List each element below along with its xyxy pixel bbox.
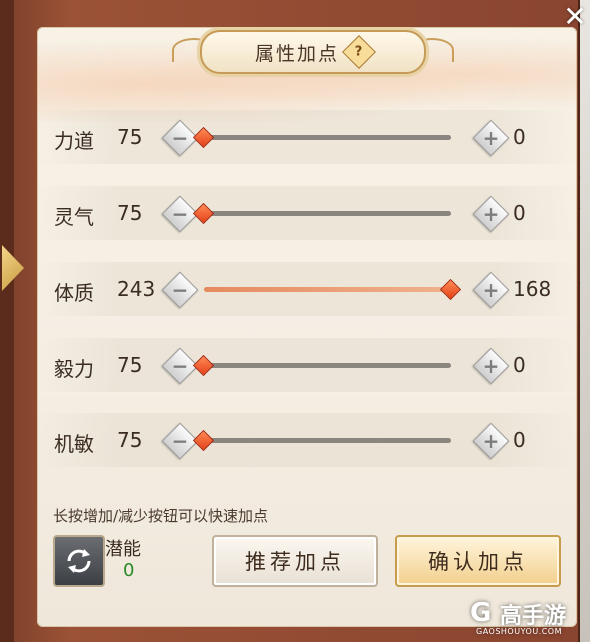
minus-icon: − [171, 126, 189, 150]
minus-icon: − [171, 278, 189, 302]
frame-edge [0, 0, 14, 642]
watermark-brand: 高手游 [500, 604, 567, 629]
attribute-row: 毅力 75 − +0 [37, 338, 577, 392]
attribute-row: 力道 75 − +0 [37, 110, 577, 164]
attribute-value: 75 [117, 125, 143, 149]
watermark-site: GAOSHOUYOU.COM [476, 627, 563, 636]
attribute-slider[interactable] [192, 354, 451, 377]
added-points: 0 [513, 353, 526, 377]
close-icon[interactable]: ✕ [561, 3, 589, 31]
attribute-name: 机敏 [54, 432, 94, 456]
confirm-button[interactable]: 确认加点 [395, 535, 561, 587]
slider-fill [204, 287, 451, 292]
refresh-icon [67, 549, 91, 573]
dialog-title: 属性加点 [254, 42, 339, 65]
added-points: 168 [513, 277, 552, 301]
minus-icon: − [171, 429, 189, 453]
watermark: G 高手游 GAOSHOUYOU.COM [470, 596, 588, 640]
attribute-name: 灵气 [54, 205, 94, 229]
attribute-value: 75 [117, 428, 143, 452]
added-points: 0 [513, 201, 526, 225]
attribute-value: 75 [117, 353, 143, 377]
attribute-slider[interactable] [192, 126, 451, 149]
plus-icon: + [482, 429, 500, 453]
plus-icon: + [482, 278, 500, 302]
help-icon[interactable]: ? [342, 35, 376, 69]
plus-icon: + [482, 202, 500, 226]
added-points: 0 [513, 428, 526, 452]
attribute-row: 机敏 75 − +0 [37, 413, 577, 467]
attribute-value: 243 [117, 277, 156, 301]
recommend-button[interactable]: 推荐加点 [212, 535, 378, 587]
plus-icon: + [482, 126, 500, 150]
reset-button[interactable] [53, 535, 105, 587]
minus-icon: − [171, 354, 189, 378]
minus-icon: − [171, 202, 189, 226]
attribute-slider[interactable] [192, 429, 451, 452]
potential-label: 潜能 [105, 539, 141, 560]
attribute-slider[interactable] [192, 202, 451, 225]
attribute-row: 体质 243− +168 [37, 262, 577, 316]
title-plate: 属性加点 ? [200, 30, 426, 74]
potential-value: 0 [123, 560, 135, 581]
attribute-name: 毅力 [54, 357, 94, 381]
attribute-row: 灵气 75 − +0 [37, 186, 577, 240]
attribute-name: 体质 [54, 281, 94, 305]
attribute-slider[interactable] [204, 278, 462, 301]
attribute-name: 力道 [54, 129, 94, 153]
added-points: 0 [513, 125, 526, 149]
plus-icon: + [482, 354, 500, 378]
watermark-logo: G [470, 598, 492, 628]
hint-text: 长按增加/减少按钮可以快速加点 [53, 507, 269, 525]
attribute-value: 75 [117, 201, 143, 225]
